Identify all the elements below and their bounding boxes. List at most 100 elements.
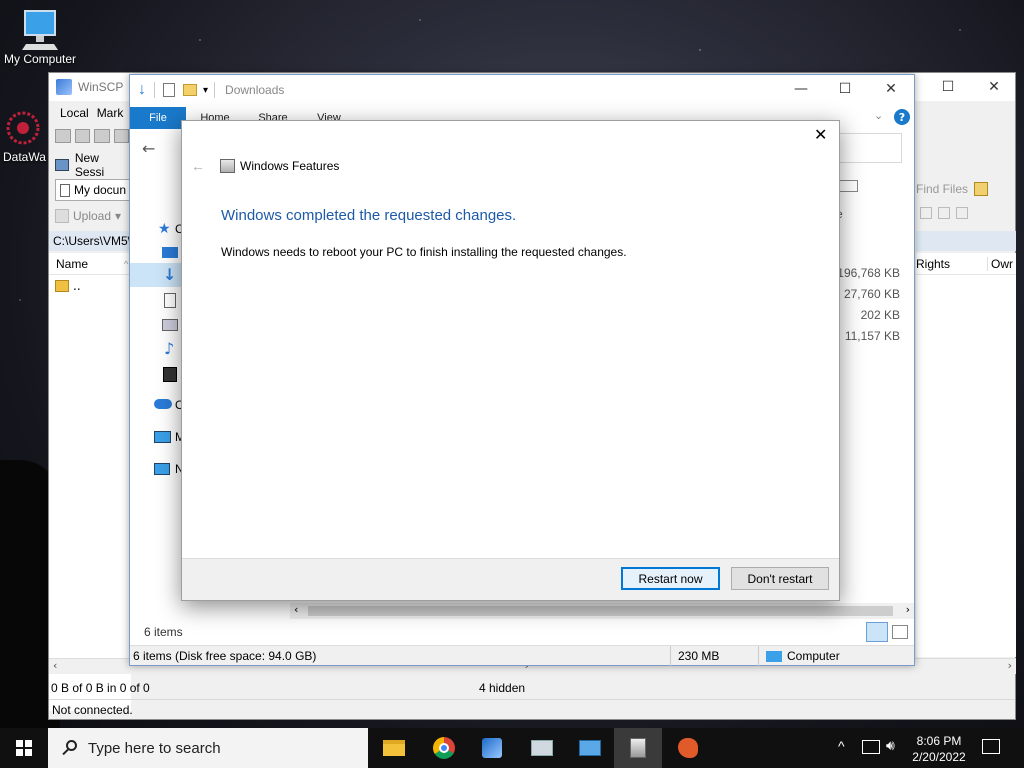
local-location-select[interactable]: My docun (55, 179, 131, 201)
remote-path-bar (916, 231, 1016, 251)
item-count: 6 items (144, 625, 183, 639)
desktop-icon-label: My Computer (3, 52, 77, 66)
clock-date: 2/20/2022 (912, 750, 966, 764)
desktop-icon-datawa[interactable]: DataWa (0, 106, 48, 164)
location-label: My docun (74, 183, 127, 197)
volume-icon[interactable]: 🔊︎ (886, 737, 895, 754)
quick-access-icon[interactable]: ★ (158, 221, 171, 237)
menu-local[interactable]: Local (60, 106, 89, 120)
dialog-message: Windows needs to reboot your PC to finis… (221, 245, 627, 259)
start-button[interactable] (0, 728, 48, 768)
transfer-status: 0 B of 0 B in 0 of 0 (51, 681, 150, 695)
maximize-icon[interactable]: ☐ (822, 75, 868, 103)
paint-app-icon[interactable] (664, 728, 712, 768)
upload-button[interactable]: Upload ▾ (55, 207, 131, 225)
close-icon[interactable]: ✕ (868, 75, 914, 103)
close-icon[interactable]: ✕ (971, 73, 1017, 101)
search-placeholder: Type here to search (88, 739, 221, 757)
explorer-hscrollbar[interactable]: ‹ › (290, 603, 914, 619)
monitor-app-icon[interactable] (518, 728, 566, 768)
back-arrow-icon[interactable]: ← (142, 139, 155, 158)
col-owner[interactable]: Owr (988, 257, 1013, 271)
separator (758, 646, 759, 666)
separator (214, 82, 216, 98)
new-session-button[interactable]: New Sessi (55, 151, 131, 179)
find-files-button[interactable]: Find Files (916, 177, 1016, 201)
local-file-list: .. (49, 275, 131, 711)
scroll-left-icon[interactable]: ‹ (53, 659, 57, 672)
tree-icon (974, 182, 989, 196)
control-panel-icon[interactable] (566, 728, 614, 768)
properties-icon[interactable] (163, 83, 175, 97)
connection-status: Not connected. (49, 699, 1015, 719)
large-icons-view-icon[interactable] (892, 625, 908, 639)
separator (154, 82, 155, 98)
tab-file[interactable]: File (130, 107, 186, 129)
network-tray-icon[interactable] (862, 740, 880, 754)
toolbar-icon[interactable] (113, 129, 129, 143)
downloads-nav-icon[interactable]: ↓ (163, 265, 176, 284)
windows-logo-icon (16, 740, 32, 756)
dont-restart-button[interactable]: Don't restart (731, 567, 829, 590)
windows-features-icon[interactable] (614, 728, 662, 768)
taskbar-search[interactable]: Type here to search (48, 728, 368, 768)
onedrive-icon[interactable] (154, 399, 172, 409)
notifications-icon[interactable] (982, 739, 1000, 754)
filter-icon[interactable] (956, 207, 968, 219)
show-hidden-icons[interactable]: ^ (838, 738, 845, 754)
scroll-right-icon[interactable]: › (1008, 659, 1012, 672)
winscp-app-icon[interactable] (468, 728, 516, 768)
col-rights[interactable]: Rights (916, 256, 988, 271)
restart-now-button[interactable]: Restart now (621, 567, 720, 590)
toolbar-icon[interactable] (55, 129, 71, 143)
toolbar-icon[interactable] (74, 129, 90, 143)
toolbar-icon[interactable] (94, 129, 110, 143)
videos-nav-icon[interactable] (163, 367, 177, 382)
col-name-label: Name (56, 256, 89, 271)
new-session-icon (55, 159, 69, 171)
list-item[interactable]: .. (55, 279, 81, 293)
chrome-icon[interactable] (420, 728, 468, 768)
datawa-icon (6, 111, 40, 145)
minimize-icon[interactable]: — (778, 75, 824, 103)
clock-time: 8:06 PM (916, 734, 962, 748)
close-icon[interactable]: ✕ (814, 125, 827, 145)
scroll-thumb[interactable] (308, 606, 893, 616)
file-explorer-icon[interactable] (370, 728, 418, 768)
help-icon[interactable]: ? (894, 109, 910, 125)
this-pc-icon[interactable] (154, 431, 171, 443)
new-folder-icon[interactable] (183, 84, 197, 96)
music-nav-icon[interactable]: ♪ (164, 339, 174, 358)
clock[interactable]: 8:06 PM 2/20/2022 (910, 733, 968, 765)
windows-features-dialog: ✕ ← Windows Features Windows completed t… (181, 120, 840, 601)
menu-mark[interactable]: Mark (97, 106, 124, 120)
new-session-label: New Sessi (74, 151, 105, 179)
explorer-title: Downloads (225, 83, 285, 97)
dropdown-arrow-icon: ▾ (115, 209, 122, 223)
details-view-icon[interactable] (866, 622, 888, 642)
hidden-count: 4 hidden (479, 681, 526, 695)
dialog-title: Windows Features (240, 159, 340, 173)
pictures-nav-icon[interactable] (162, 319, 178, 331)
find-files-label: Find Files (916, 182, 969, 196)
desktop-icon-my-computer[interactable]: My Computer (0, 8, 80, 66)
toolbar-icon[interactable] (920, 207, 932, 219)
back-arrow-icon[interactable]: ← (191, 158, 205, 174)
toolbar-icon[interactable] (938, 207, 950, 219)
view-toggle[interactable] (838, 177, 874, 195)
dialog-heading: Windows completed the requested changes. (221, 207, 517, 224)
col-name-header[interactable]: Name ^ (49, 253, 131, 275)
ribbon-collapse-icon[interactable]: ⌄ (874, 109, 883, 122)
search-box[interactable] (830, 133, 902, 163)
documents-nav-icon[interactable] (164, 293, 176, 308)
scroll-right-icon[interactable]: › (906, 603, 910, 616)
scroll-left-icon[interactable]: ‹ (294, 603, 298, 616)
qat-dropdown-icon[interactable]: ▾ (203, 85, 208, 96)
network-icon[interactable] (154, 463, 170, 475)
desktop-nav-icon[interactable] (162, 247, 178, 258)
desktop-icon-label: DataWa (3, 150, 46, 164)
search-icon (62, 740, 78, 756)
maximize-icon[interactable]: ☐ (925, 73, 971, 101)
parent-dir-label: .. (73, 279, 81, 293)
winscp-logo-icon (56, 79, 72, 95)
